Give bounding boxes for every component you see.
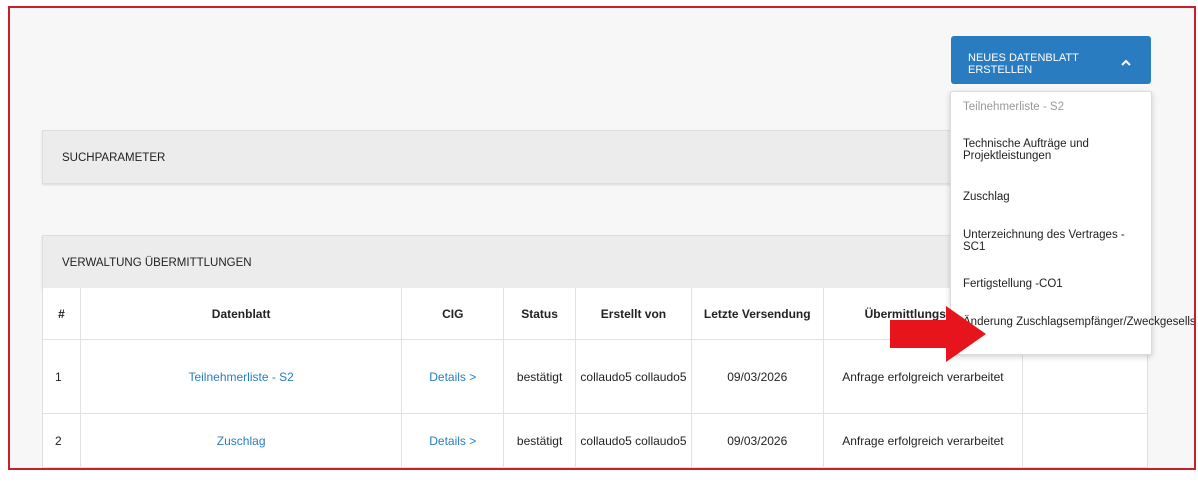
status-value: bestätigt [504, 414, 577, 468]
datasheet-link[interactable]: Zuschlag [81, 414, 403, 468]
new-datasheet-button[interactable]: NEUES DATENBLATT ERSTELLEN [951, 36, 1151, 84]
menu-item-zuschlag[interactable]: Zuschlag [951, 191, 1151, 203]
menu-item-unterzeichnung[interactable]: Unterzeichnung des Vertrages - SC1 [951, 229, 1151, 253]
menu-item-teilnehmerliste: Teilnehmerliste - S2 [963, 101, 1064, 113]
cig-details-link[interactable]: Details > [402, 340, 505, 413]
column-header-number: # [43, 288, 81, 339]
annotation-arrow-icon [890, 306, 986, 362]
column-header-created-by[interactable]: Erstellt von [576, 288, 692, 339]
last-sent-value: 09/03/2026 [692, 340, 824, 413]
table-row: 2 Zuschlag Details > bestätigt collaudo5… [43, 414, 1147, 468]
submission-status-value: Anfrage erfolgreich verarbeitet [824, 414, 1024, 468]
row-actions-cell [1023, 414, 1147, 468]
cig-details-link[interactable]: Details > [402, 414, 505, 468]
new-datasheet-label: NEUES DATENBLATT ERSTELLEN [968, 52, 1079, 76]
search-parameters-title: SUCHPARAMETER [62, 152, 166, 164]
row-number: 1 [43, 340, 81, 413]
chevron-up-icon [1121, 59, 1131, 66]
status-value: bestätigt [504, 340, 577, 413]
column-header-datenblatt[interactable]: Datenblatt [81, 288, 403, 339]
created-by-value: collaudo5 collaudo5 [576, 414, 692, 468]
page-frame: NEUES DATENBLATT ERSTELLEN SUCHPARAMETER… [8, 6, 1196, 470]
column-header-status[interactable]: Status [504, 288, 577, 339]
created-by-value: collaudo5 collaudo5 [576, 340, 692, 413]
last-sent-value: 09/03/2026 [692, 414, 824, 468]
menu-item-fertigstellung[interactable]: Fertigstellung -CO1 [951, 278, 1151, 290]
column-header-cig[interactable]: CIG [402, 288, 505, 339]
column-header-last-sent[interactable]: Letzte Versendung [692, 288, 824, 339]
submissions-panel-title: VERWALTUNG ÜBERMITTLUNGEN [62, 257, 252, 269]
menu-item-technische-auftraege[interactable]: Technische Aufträge und Projektleistunge… [951, 138, 1151, 162]
row-number: 2 [43, 414, 81, 468]
datasheet-link[interactable]: Teilnehmerliste - S2 [81, 340, 403, 413]
